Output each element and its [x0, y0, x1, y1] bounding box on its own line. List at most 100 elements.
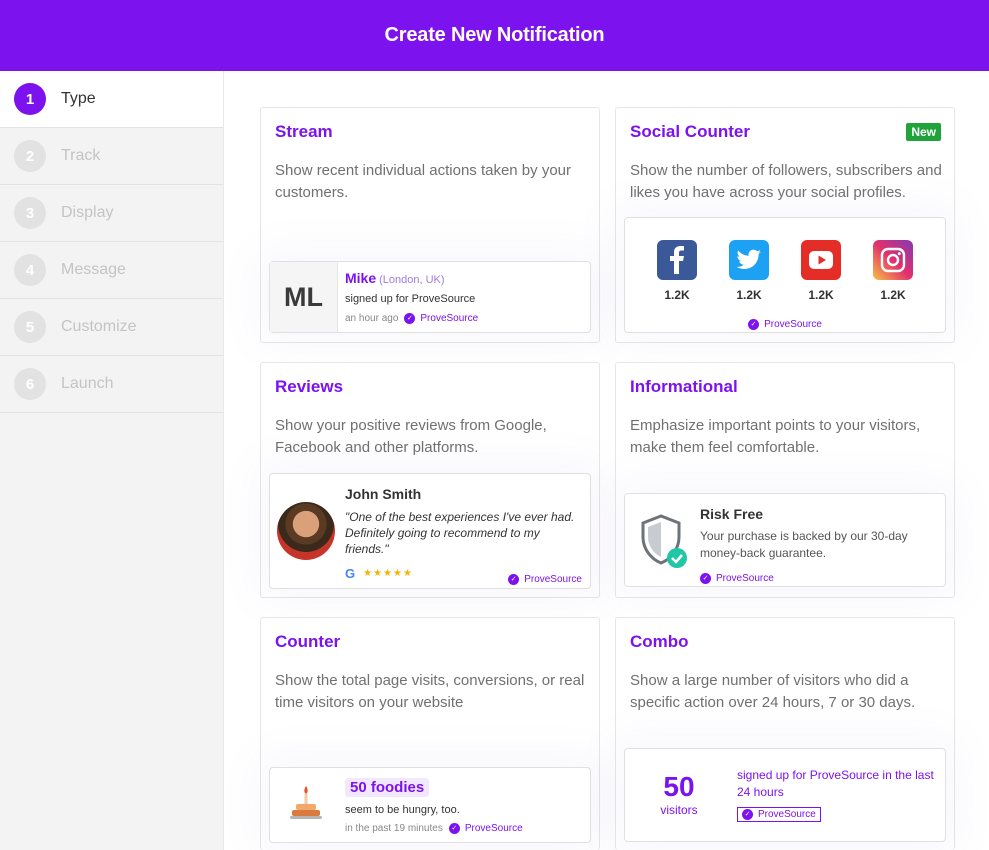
info-text: Your purchase is backed by our 30-day mo… — [700, 529, 908, 560]
combo-number: 50 — [663, 771, 695, 802]
check-icon: ✓ — [448, 823, 460, 834]
step-number: 1 — [14, 83, 46, 115]
check-icon: ✓ — [748, 319, 760, 330]
facebook-stat: 1.2K — [652, 240, 702, 302]
card-description: Show the total page visits, conversions,… — [275, 672, 585, 711]
card-title: Counter — [275, 632, 341, 651]
step-label: Track — [61, 147, 101, 164]
check-icon: ✓ — [404, 313, 416, 324]
step-label: Message — [61, 261, 126, 278]
step-launch[interactable]: 6 Launch — [0, 356, 223, 413]
follower-count: 1.2K — [808, 288, 834, 302]
card-title: Stream — [275, 122, 333, 141]
reviewer-avatar — [277, 502, 335, 560]
check-icon: ✓ — [700, 573, 711, 584]
instagram-icon — [873, 240, 913, 280]
card-social-counter[interactable]: Social Counter New Show the number of fo… — [615, 107, 955, 343]
google-icon: G — [345, 566, 356, 581]
card-description: Show a large number of visitors who did … — [630, 672, 916, 711]
stream-user-name: Mike — [345, 270, 377, 286]
step-label: Type — [61, 90, 96, 107]
provesource-mark: ✓ ProveSource — [404, 313, 478, 324]
combo-text: signed up for ProveSource in the last 24… — [737, 768, 934, 799]
stream-location: (London, UK) — [379, 274, 445, 286]
card-title: Social Counter — [630, 122, 750, 141]
youtube-icon — [801, 240, 841, 280]
review-quote: "One of the best experiences I've ever h… — [345, 510, 575, 556]
facebook-icon — [657, 240, 697, 280]
provesource-mark: ✓ ProveSource — [448, 823, 523, 834]
card-title: Combo — [630, 632, 689, 651]
brand-label: ProveSource — [764, 319, 822, 330]
stream-preview: ML Mike (London, UK) signed up for ProveS… — [269, 261, 591, 333]
page-title: Create New Notification — [384, 24, 605, 46]
follower-count: 1.2K — [736, 288, 762, 302]
stream-action: signed up for ProveSource — [345, 293, 476, 305]
provesource-mark: ✓ ProveSource — [508, 568, 582, 586]
new-badge: New — [906, 123, 941, 141]
step-label: Launch — [61, 375, 114, 392]
step-number: 3 — [14, 197, 46, 229]
brand-label: ProveSource — [464, 823, 523, 834]
steps-sidebar: 1 Type 2 Track 3 Display 4 Message 5 Cus… — [0, 71, 224, 850]
provesource-badge: ✓ ProveSource — [737, 807, 821, 822]
review-footer: G ★★★★★ — [345, 566, 413, 581]
shield-check-icon — [639, 514, 689, 570]
review-preview: John Smith "One of the best experiences … — [269, 473, 591, 589]
step-display[interactable]: 3 Display — [0, 185, 223, 242]
counter-preview: 50 foodies seem to be hungry, too. in th… — [269, 767, 591, 843]
info-title: Risk Free — [700, 506, 764, 522]
card-reviews[interactable]: Reviews Show your positive reviews from … — [260, 362, 600, 598]
step-number: 5 — [14, 311, 46, 343]
follower-count: 1.2K — [664, 288, 690, 302]
card-informational[interactable]: Informational Emphasize important points… — [615, 362, 955, 598]
step-label: Customize — [61, 318, 137, 335]
combo-preview: 50 visitors signed up for ProveSource in… — [624, 748, 946, 842]
counter-time: in the past 19 minutes — [345, 823, 443, 834]
card-description: Show your positive reviews from Google, … — [275, 417, 547, 456]
counter-highlight: 50 foodies — [345, 778, 430, 797]
reviewer-name: John Smith — [345, 486, 422, 502]
check-icon: ✓ — [742, 809, 753, 820]
step-message[interactable]: 4 Message — [0, 242, 223, 299]
brand-label: ProveSource — [758, 809, 816, 820]
social-preview: 1.2K 1.2K 1.2K 1.2K ✓ ProveSource — [624, 217, 946, 333]
step-number: 6 — [14, 368, 46, 400]
instagram-stat: 1.2K — [868, 240, 918, 302]
step-type[interactable]: 1 Type — [0, 71, 223, 128]
card-title: Informational — [630, 377, 738, 396]
card-stream[interactable]: Stream Show recent individual actions ta… — [260, 107, 600, 343]
twitter-icon — [729, 240, 769, 280]
stream-meta: an hour ago ✓ ProveSource — [345, 313, 478, 324]
stream-time: an hour ago — [345, 313, 399, 324]
cake-icon — [288, 780, 324, 824]
card-description: Show the number of followers, subscriber… — [630, 162, 942, 201]
follower-count: 1.2K — [880, 288, 906, 302]
card-title: Reviews — [275, 377, 344, 396]
card-description: Emphasize important points to your visit… — [630, 417, 921, 456]
counter-subtext: seem to be hungry, too. — [345, 804, 460, 816]
header-bar: Create New Notification — [0, 0, 989, 71]
youtube-stat: 1.2K — [796, 240, 846, 302]
info-preview: Risk Free Your purchase is backed by our… — [624, 493, 946, 587]
provesource-mark: ✓ ProveSource — [700, 567, 774, 585]
brand-label: ProveSource — [716, 573, 774, 584]
card-description: Show recent individual actions taken by … — [275, 162, 572, 201]
initials-avatar: ML — [270, 262, 338, 332]
combo-unit: visitors — [660, 803, 698, 817]
provesource-mark: ✓ ProveSource — [625, 313, 945, 331]
star-rating: ★★★★★ — [363, 568, 413, 579]
check-icon: ✓ — [508, 574, 520, 585]
step-number: 4 — [14, 254, 46, 286]
step-track[interactable]: 2 Track — [0, 128, 223, 185]
step-label: Display — [61, 204, 114, 221]
brand-label: ProveSource — [524, 574, 582, 585]
stream-user: Mike (London, UK) — [345, 270, 445, 286]
card-combo[interactable]: Combo Show a large number of visitors wh… — [615, 617, 955, 850]
step-number: 2 — [14, 140, 46, 172]
brand-label: ProveSource — [420, 313, 479, 324]
card-counter[interactable]: Counter Show the total page visits, conv… — [260, 617, 600, 850]
step-customize[interactable]: 5 Customize — [0, 299, 223, 356]
counter-meta: in the past 19 minutes ✓ ProveSource — [345, 823, 523, 834]
twitter-stat: 1.2K — [724, 240, 774, 302]
